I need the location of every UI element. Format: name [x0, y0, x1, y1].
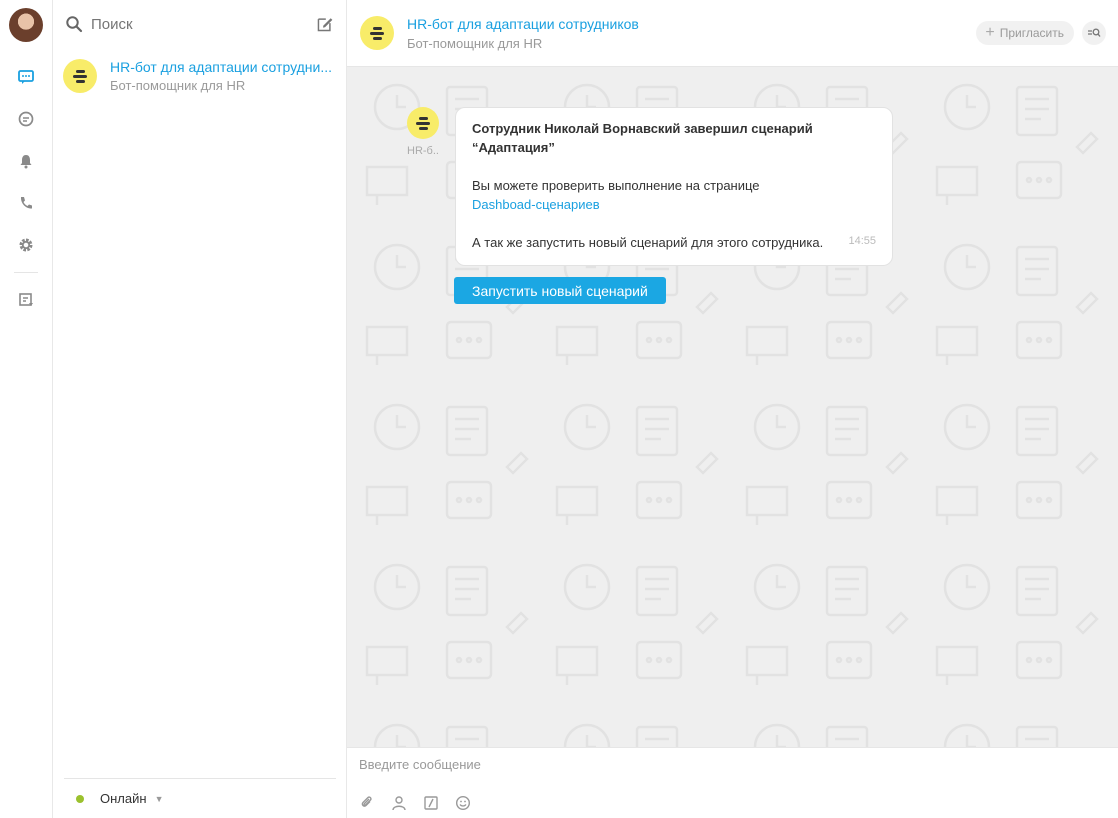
gear-icon	[19, 238, 33, 252]
conversation-title[interactable]: HR-бот для адаптации сотрудников	[407, 16, 976, 32]
search-bar	[53, 0, 346, 48]
bot-logo-icon	[73, 68, 87, 85]
rail-divider	[14, 272, 38, 273]
caret-down-icon: ▼	[154, 793, 164, 804]
attach-button[interactable]	[359, 793, 391, 813]
search-list-icon	[1088, 28, 1101, 37]
search-icon	[66, 16, 83, 33]
header-bot-avatar[interactable]	[360, 16, 394, 50]
conversation-header: HR-бот для адаптации сотрудников Бот-пом…	[347, 0, 1118, 67]
compose-icon[interactable]	[316, 15, 334, 33]
conversation-panel: HR-бот для адаптации сотрудников Бот-пом…	[347, 0, 1118, 818]
message-bubble: Сотрудник Николай Ворнавский завершил сц…	[455, 107, 893, 266]
message-line-2: А так же запустить новый сценарий для эт…	[472, 235, 824, 250]
status-label: Онлайн	[100, 791, 147, 806]
chat-list-item[interactable]: HR-бот для адаптации сотрудни... Бот-пом…	[53, 48, 346, 104]
message-author: HR-б..	[407, 107, 455, 266]
search-input[interactable]	[91, 15, 316, 33]
nav-settings[interactable]	[0, 224, 53, 266]
apps-icon	[19, 293, 33, 306]
message-line-1: Вы можете проверить выполнение на страни…	[472, 178, 760, 193]
message-composer	[347, 747, 1118, 818]
status-selector[interactable]: Онлайн ▼	[64, 778, 336, 818]
discussion-icon	[18, 111, 34, 127]
message-bold-line-2: “Адаптация”	[472, 140, 555, 155]
invite-button[interactable]: + Пригласить	[976, 21, 1074, 45]
phone-icon	[20, 197, 32, 209]
nav-notifications[interactable]	[0, 140, 53, 182]
bot-avatar	[63, 59, 97, 93]
search-messages-button[interactable]	[1082, 21, 1106, 45]
invite-label: Пригласить	[999, 26, 1064, 40]
message-author-name: HR-б..	[407, 145, 439, 157]
chat-icon	[18, 70, 34, 84]
bell-icon	[20, 155, 32, 169]
header-meta: HR-бот для адаптации сотрудников Бот-пом…	[407, 16, 976, 51]
message-row: HR-б.. Сотрудник Николай Ворнавский заве…	[407, 107, 893, 266]
bot-logo-icon	[416, 115, 430, 132]
user-icon	[392, 796, 406, 811]
nav-marketplace[interactable]	[0, 279, 53, 321]
message-bot-avatar[interactable]	[407, 107, 439, 139]
message-time: 14:55	[848, 235, 876, 247]
plus-icon: +	[985, 24, 995, 41]
dashboard-link[interactable]: Dashboad-сценариев	[472, 197, 600, 212]
message-area: HR-б.. Сотрудник Николай Ворнавский заве…	[347, 67, 1118, 747]
command-button[interactable]	[423, 793, 455, 813]
mention-user-button[interactable]	[391, 793, 423, 813]
nav-calls[interactable]	[0, 182, 53, 224]
chat-name: HR-бот для адаптации сотрудни...	[110, 59, 333, 75]
smile-icon	[455, 795, 471, 811]
conversation-subtitle: Бот-помощник для HR	[407, 35, 543, 51]
emoji-button[interactable]	[455, 793, 487, 813]
message-bold-line-1: Сотрудник Николай Ворнавский завершил сц…	[472, 121, 813, 136]
message-input[interactable]	[359, 748, 1106, 780]
paperclip-icon	[361, 796, 372, 807]
bot-logo-icon	[370, 25, 384, 42]
nav-chats[interactable]	[0, 56, 53, 98]
start-scenario-button[interactable]: Запустить новый сценарий	[454, 277, 666, 304]
nav-rail	[0, 0, 53, 818]
messenger-app: HR-бот для адаптации сотрудни... Бот-пом…	[0, 0, 1118, 818]
chat-list-panel: HR-бот для адаптации сотрудни... Бот-пом…	[53, 0, 347, 818]
status-dot	[76, 794, 84, 803]
chat-subtitle: Бот-помощник для HR	[110, 78, 246, 93]
user-avatar[interactable]	[9, 8, 43, 42]
chat-meta: HR-бот для адаптации сотрудни... Бот-пом…	[110, 59, 336, 93]
slash-command-icon	[424, 796, 438, 810]
nav-openlines[interactable]	[0, 98, 53, 140]
composer-toolbar	[359, 793, 1106, 813]
